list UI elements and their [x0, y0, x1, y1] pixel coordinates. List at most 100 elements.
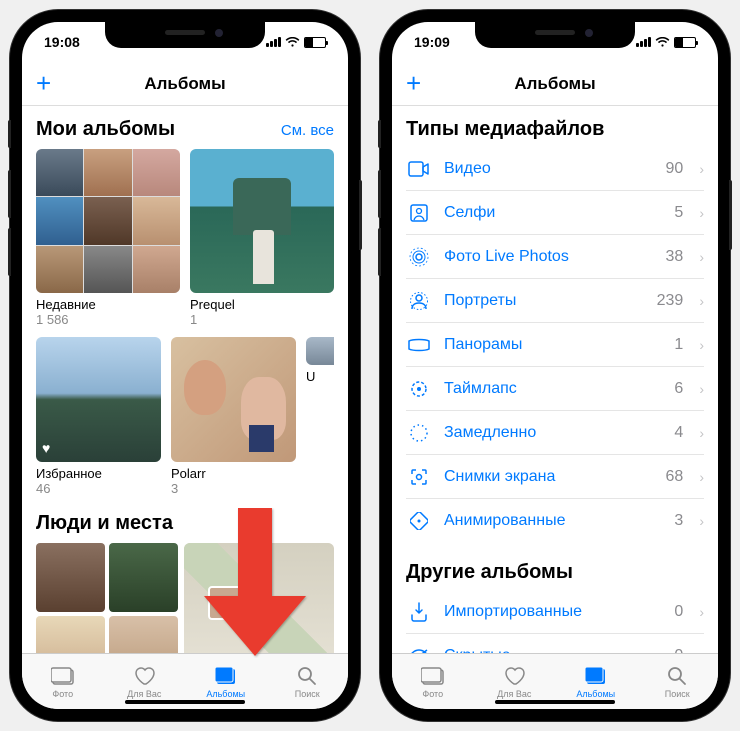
list-label: Импортированные [444, 603, 662, 621]
album-label: Polarr [171, 466, 296, 481]
cellular-icon [636, 37, 651, 47]
list-label: Фото Live Photos [444, 248, 654, 266]
list-count: 3 [674, 512, 683, 530]
media-row-slomo[interactable]: Замедленно 4 › [406, 411, 704, 455]
list-count: 68 [666, 468, 684, 486]
tab-label: Поиск [295, 689, 320, 699]
chevron-right-icon: › [699, 381, 704, 397]
album-partial[interactable]: U [306, 337, 334, 496]
tab-label: Альбомы [206, 689, 245, 699]
media-row-portrait[interactable]: Портреты 239 › [406, 279, 704, 323]
selfie-icon [406, 204, 432, 222]
list-label: Анимированные [444, 512, 662, 530]
album-recents[interactable]: Недавние 1 586 [36, 149, 180, 327]
media-row-video[interactable]: Видео90› [406, 147, 704, 191]
section-other-albums-title: Другие альбомы [406, 561, 704, 584]
tab-search[interactable]: Поиск [267, 654, 349, 709]
album-favorites[interactable]: ♥ Избранное 46 [36, 337, 161, 496]
home-indicator[interactable] [125, 700, 245, 704]
search-icon [295, 665, 319, 687]
list-label: Портреты [444, 292, 645, 310]
list-count: 1 [674, 336, 683, 354]
tab-label: Поиск [665, 689, 690, 699]
list-count: 5 [674, 204, 683, 222]
places-album[interactable] [184, 543, 334, 653]
album-polarr[interactable]: Polarr 3 [171, 337, 296, 496]
chevron-right-icon: › [699, 337, 704, 353]
media-row-screenshot[interactable]: Снимки экрана68› [406, 455, 704, 499]
cellular-icon [266, 37, 281, 47]
album-count: 1 586 [36, 312, 180, 327]
wifi-icon [285, 37, 300, 48]
foryou-icon [502, 665, 526, 687]
slomo-icon [406, 423, 432, 443]
section-people-places-title: Люди и места [36, 512, 173, 535]
media-row-selfie[interactable]: Селфи5› [406, 191, 704, 235]
chevron-right-icon: › [699, 604, 704, 620]
tab-search[interactable]: Поиск [637, 654, 719, 709]
tab-label: Для Вас [497, 689, 531, 699]
see-all-link[interactable]: См. все [281, 122, 334, 139]
battery-icon [304, 37, 326, 48]
nav-bar: + Альбомы [392, 62, 718, 106]
photos-icon [421, 665, 445, 687]
album-label: Prequel [190, 297, 334, 312]
timelapse-icon [406, 379, 432, 399]
video-icon [406, 161, 432, 177]
import-icon [406, 602, 432, 622]
foryou-icon [132, 665, 156, 687]
other-row-hidden[interactable]: Скрытые0› [406, 634, 704, 653]
list-label: Видео [444, 160, 654, 178]
phone-left: 19:08 + Альбомы Мои альбомы См. все [10, 10, 360, 721]
list-count: 6 [674, 380, 683, 398]
animated-icon [406, 512, 432, 530]
photos-icon [51, 665, 75, 687]
tab-photos[interactable]: Фото [22, 654, 104, 709]
chevron-right-icon: › [699, 293, 704, 309]
tab-label: Фото [52, 689, 73, 699]
media-row-timelapse[interactable]: Таймлапс 6 › [406, 367, 704, 411]
phone-right: 19:09 + Альбомы Типы медиафайлов Видео 90… [380, 10, 730, 721]
list-count: 4 [674, 424, 683, 442]
chevron-right-icon: › [699, 425, 704, 441]
home-indicator[interactable] [495, 700, 615, 704]
battery-icon [674, 37, 696, 48]
list-label: Таймлапс [444, 380, 662, 398]
tab-photos[interactable]: Фото [392, 654, 474, 709]
list-count: 90 [666, 160, 684, 178]
people-album[interactable] [36, 543, 178, 653]
screenshot-icon [406, 467, 432, 487]
chevron-right-icon: › [699, 469, 704, 485]
chevron-right-icon: › [699, 249, 704, 265]
status-time: 19:08 [44, 34, 80, 50]
media-row-live[interactable]: Фото Live Photos38› [406, 235, 704, 279]
add-button[interactable]: + [406, 68, 421, 99]
chevron-right-icon: › [699, 513, 704, 529]
list-count: 239 [657, 292, 684, 310]
section-media-types-title: Типы медиафайлов [406, 118, 704, 141]
nav-title: Альбомы [514, 74, 595, 94]
media-row-pano[interactable]: Панорамы 1 › [406, 323, 704, 367]
heart-icon: ♥ [42, 440, 50, 456]
content-left[interactable]: Мои альбомы См. все Недавние 1 586 [22, 106, 348, 653]
notch [105, 22, 265, 48]
album-count: 46 [36, 481, 161, 496]
list-label: Панорамы [444, 336, 662, 354]
other-row-import[interactable]: Импортированные0› [406, 590, 704, 634]
wifi-icon [655, 37, 670, 48]
live-icon [406, 247, 432, 267]
media-row-animated[interactable]: Анимированные 3 › [406, 499, 704, 543]
album-count: 1 [190, 312, 334, 327]
screen-left: 19:08 + Альбомы Мои альбомы См. все [22, 22, 348, 709]
status-time: 19:09 [414, 34, 450, 50]
content-right[interactable]: Типы медиафайлов Видео90›Селфи5›Фото Liv… [392, 106, 718, 653]
tab-label: Фото [422, 689, 443, 699]
album-label: Недавние [36, 297, 180, 312]
search-icon [665, 665, 689, 687]
album-prequel[interactable]: Prequel 1 [190, 149, 334, 327]
section-my-albums-title: Мои альбомы [36, 118, 175, 141]
add-button[interactable]: + [36, 68, 51, 99]
album-label: U [306, 369, 334, 384]
list-label: Замедленно [444, 424, 662, 442]
nav-title: Альбомы [144, 74, 225, 94]
